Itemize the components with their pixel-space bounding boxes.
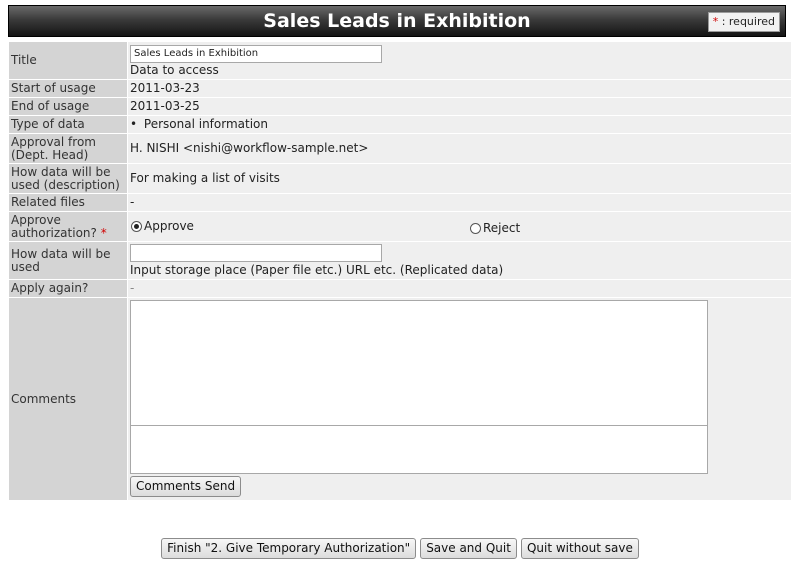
apply-again-label: Apply again? <box>8 279 128 298</box>
row-comments: Comments Comments Send <box>8 297 792 501</box>
bullet-icon: • <box>130 117 138 131</box>
approve-auth-label: Approve authorization? <box>11 212 97 240</box>
save-and-quit-button[interactable]: Save and Quit <box>420 538 517 559</box>
approve-option[interactable]: Approve <box>131 220 194 233</box>
row-apply-again: Apply again? - <box>8 279 792 298</box>
row-related: Related files - <box>8 193 792 212</box>
required-legend: * : required <box>707 12 780 32</box>
row-type: Type of data • Personal information <box>8 115 792 134</box>
how-used-hint: Input storage place (Paper file etc.) UR… <box>130 263 504 277</box>
approve-option-label: Approve <box>144 219 194 233</box>
page-header: Sales Leads in Exhibition * : required <box>8 5 786 37</box>
row-end: End of usage 2011-03-25 <box>8 97 792 116</box>
reject-option-label: Reject <box>483 221 521 235</box>
row-usage-desc: How data will be used (description) For … <box>8 163 792 194</box>
end-value: 2011-03-25 <box>127 97 792 116</box>
comments-cell: Comments Send <box>127 297 792 501</box>
row-approval: Approval from (Dept. Head) H. NISHI <nis… <box>8 133 792 164</box>
workflow-form: Title Sales Leads in Exhibition Data to … <box>8 41 792 501</box>
finish-step-button[interactable]: Finish "2. Give Temporary Authorization" <box>161 538 417 559</box>
end-label: End of usage <box>8 97 128 116</box>
related-value: - <box>127 193 792 212</box>
related-label: Related files <box>8 193 128 212</box>
start-label: Start of usage <box>8 79 128 98</box>
reject-radio[interactable] <box>470 223 481 234</box>
quit-without-save-button[interactable]: Quit without save <box>520 538 639 559</box>
comments-label: Comments <box>8 297 128 501</box>
required-legend-text: : required <box>718 15 775 28</box>
approve-auth-label-cell: Approve authorization? * <box>8 211 128 242</box>
row-start: Start of usage 2011-03-23 <box>8 79 792 98</box>
apply-again-value: - <box>127 279 792 298</box>
row-how-used: How data will be used Input storage plac… <box>8 241 792 280</box>
approval-label: Approval from (Dept. Head) <box>8 133 128 164</box>
how-used-cell: Input storage place (Paper file etc.) UR… <box>127 241 792 280</box>
title-cell: Sales Leads in Exhibition Data to access <box>127 41 792 80</box>
approve-auth-cell: Approve Reject <box>127 211 792 242</box>
footer-buttons: Finish "2. Give Temporary Authorization"… <box>0 538 800 559</box>
approve-radio[interactable] <box>131 221 142 232</box>
title-sub-text: Data to access <box>130 62 219 77</box>
type-label: Type of data <box>8 115 128 134</box>
usage-desc-label: How data will be used (description) <box>8 163 128 194</box>
row-approve-auth: Approve authorization? * Approve Reject <box>8 211 792 242</box>
reject-option[interactable]: Reject <box>470 222 520 235</box>
type-cell: • Personal information <box>127 115 792 134</box>
usage-desc-value: For making a list of visits <box>127 163 792 194</box>
start-value: 2011-03-23 <box>127 79 792 98</box>
type-value: Personal information <box>143 117 268 131</box>
row-title: Title Sales Leads in Exhibition Data to … <box>8 41 792 80</box>
comments-send-button[interactable]: Comments Send <box>130 476 242 497</box>
approval-value: H. NISHI <nishi@workflow-sample.net> <box>127 133 792 164</box>
page-title: Sales Leads in Exhibition <box>263 10 531 32</box>
comments-history[interactable] <box>130 300 708 426</box>
how-used-input[interactable] <box>130 244 382 262</box>
title-field[interactable]: Sales Leads in Exhibition <box>130 44 382 63</box>
how-used-label: How data will be used <box>8 241 128 280</box>
required-star: * <box>100 225 107 240</box>
title-label: Title <box>8 41 128 80</box>
comments-input[interactable] <box>130 426 708 474</box>
